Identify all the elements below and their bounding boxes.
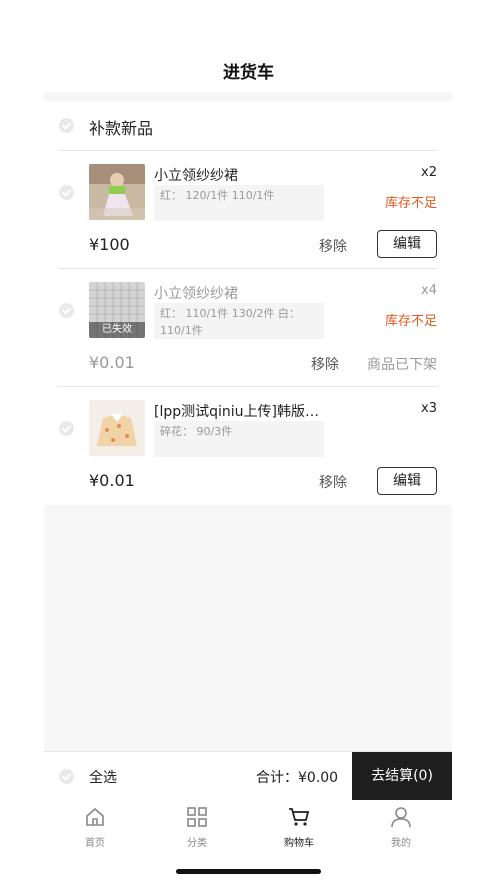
edit-button[interactable]: 编辑 [377, 467, 437, 495]
item-select-checkbox[interactable] [59, 303, 74, 318]
expired-badge: 已失效 [89, 322, 145, 338]
checkout-bar: 全选 合计：¥0.00 去结算(0) [44, 751, 452, 800]
tab-label: 分类 [187, 838, 207, 849]
user-icon [391, 807, 411, 828]
product-price: ¥0.01 [89, 353, 135, 372]
product-spec: 红： 110/1件 130/2件 白： 110/1件 [154, 303, 324, 339]
cart-page: 进货车 补款新品 小立领纱纱裙 红： 120/1件 110/1件 x2 库存不足… [0, 0, 497, 883]
item-select-checkbox[interactable] [59, 185, 74, 200]
cart-icon [289, 808, 310, 826]
tab-home[interactable]: 首页 [65, 806, 125, 849]
home-icon [86, 807, 104, 826]
home-indicator [176, 869, 321, 874]
page-title: 进货车 [223, 63, 274, 83]
product-name[interactable]: 小立领纱纱裙 [154, 283, 238, 303]
product-price: ¥100 [89, 235, 130, 254]
product-thumbnail[interactable] [89, 400, 145, 456]
tab-label: 首页 [85, 838, 105, 849]
divider [58, 386, 437, 387]
tab-category[interactable]: 分类 [167, 806, 227, 849]
edit-button[interactable]: 编辑 [377, 230, 437, 258]
product-thumbnail[interactable] [89, 164, 145, 220]
product-quantity: x2 [421, 165, 437, 180]
total-amount: 合计：¥0.00 [256, 770, 339, 786]
checkout-button[interactable]: 去结算(0) [352, 752, 452, 800]
grid-icon [187, 807, 207, 827]
tab-mine[interactable]: 我的 [371, 806, 431, 849]
product-quantity: x3 [421, 401, 437, 416]
tab-cart[interactable]: 购物车 [269, 806, 329, 849]
product-name[interactable]: 小立领纱纱裙 [154, 165, 238, 185]
off-shelf-status: 商品已下架 [367, 357, 437, 373]
remove-button[interactable]: 移除 [311, 354, 339, 374]
product-price: ¥0.01 [89, 471, 135, 490]
group-title: 补款新品 [89, 119, 154, 138]
remove-button[interactable]: 移除 [319, 472, 347, 492]
tab-label: 购物车 [284, 838, 314, 849]
select-all-checkbox[interactable] [59, 769, 74, 784]
product-name[interactable]: [lpp测试qiniu上传]韩版… [154, 401, 319, 421]
cart-group-card: 补款新品 小立领纱纱裙 红： 120/1件 110/1件 x2 库存不足 ¥10… [44, 101, 452, 505]
group-select-checkbox[interactable] [59, 118, 74, 133]
stock-warning: 库存不足 [384, 196, 437, 211]
product-spec: 碎花： 90/3件 [154, 421, 324, 457]
remove-button[interactable]: 移除 [319, 236, 347, 256]
product-spec: 红： 120/1件 110/1件 [154, 185, 324, 221]
product-thumbnail[interactable]: 已失效 [89, 282, 145, 338]
product-quantity: x4 [421, 283, 437, 298]
divider [58, 268, 437, 269]
select-all-label[interactable]: 全选 [89, 767, 117, 787]
tab-label: 我的 [391, 838, 411, 849]
stock-warning: 库存不足 [384, 314, 437, 329]
divider [58, 150, 437, 151]
item-select-checkbox[interactable] [59, 421, 74, 436]
bottom-tab-bar: 首页 分类 购物车 我的 [44, 800, 452, 850]
